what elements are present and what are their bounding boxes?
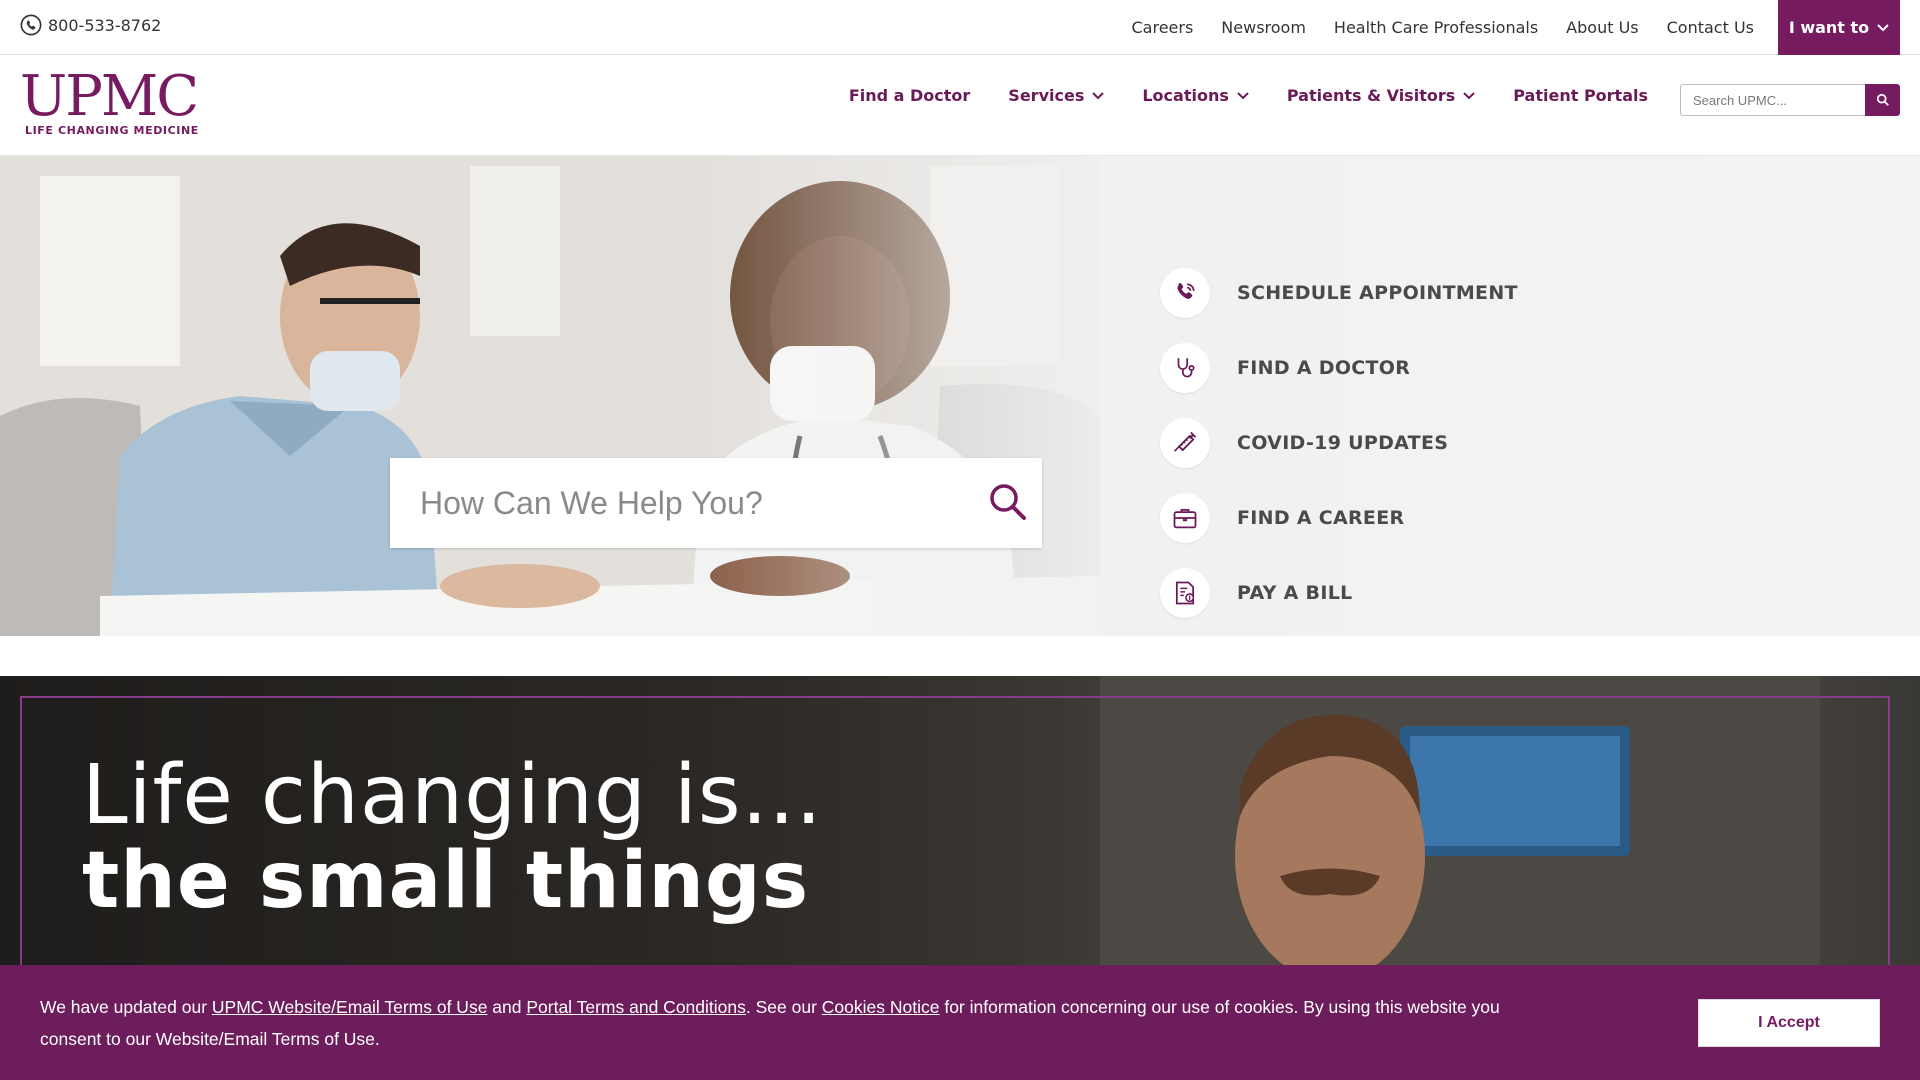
accept-button[interactable]: I Accept	[1698, 999, 1880, 1047]
portal-terms-link[interactable]: Portal Terms and Conditions	[526, 997, 746, 1017]
cookies-notice-link[interactable]: Cookies Notice	[822, 997, 940, 1017]
syringe-icon	[1173, 431, 1197, 452]
quick-link-find-a-career[interactable]: FIND A CAREER	[1160, 493, 1518, 543]
banner-headline: Life changing is...	[82, 748, 823, 843]
util-link-careers[interactable]: Careers	[1131, 18, 1193, 37]
briefcase-icon	[1173, 508, 1197, 529]
quick-link-icon-circle	[1160, 493, 1210, 543]
quick-link-find-a-doctor[interactable]: FIND A DOCTOR	[1160, 343, 1518, 393]
util-link-newsroom[interactable]: Newsroom	[1221, 18, 1306, 37]
hero-section: SCHEDULE APPOINTMENT FIND A DOCTOR COVID…	[0, 156, 1920, 636]
chevron-down-icon	[1877, 23, 1889, 31]
quick-link-icon-circle	[1160, 343, 1210, 393]
util-link-about-us[interactable]: About Us	[1566, 18, 1638, 37]
quick-link-label: PAY A BILL	[1237, 582, 1353, 604]
cookie-text-part: . See our	[745, 997, 822, 1017]
cookie-banner: We have updated our UPMC Website/Email T…	[0, 965, 1920, 1080]
terms-of-use-link[interactable]: UPMC Website/Email Terms of Use	[212, 997, 488, 1017]
quick-link-label: SCHEDULE APPOINTMENT	[1237, 282, 1518, 304]
quick-links: SCHEDULE APPOINTMENT FIND A DOCTOR COVID…	[1160, 268, 1518, 636]
bill-icon	[1175, 581, 1195, 605]
nav-find-a-doctor[interactable]: Find a Doctor	[849, 86, 970, 105]
quick-link-covid-updates[interactable]: COVID-19 UPDATES	[1160, 418, 1518, 468]
main-nav: Find a Doctor Services Locations Patient…	[811, 86, 1648, 105]
nav-services[interactable]: Services	[1008, 86, 1105, 105]
phone-link[interactable]: 800-533-8762	[20, 14, 161, 36]
nav-label: Services	[1008, 86, 1085, 105]
chevron-down-icon	[1463, 91, 1475, 99]
cookie-text-part: We have updated our	[40, 997, 212, 1017]
quick-link-label: FIND A DOCTOR	[1237, 357, 1411, 379]
nav-label: Find a Doctor	[848, 86, 971, 105]
site-search	[1680, 84, 1900, 116]
i-want-to-button[interactable]: I want to	[1778, 0, 1900, 55]
utility-bar: 800-533-8762 Careers Newsroom Health Car…	[0, 0, 1920, 55]
nav-label: Locations	[1142, 86, 1229, 105]
quick-link-icon-circle	[1160, 568, 1210, 618]
cookie-text-part: and	[487, 997, 527, 1017]
search-icon	[1876, 93, 1889, 106]
nav-patient-portals[interactable]: Patient Portals	[1513, 86, 1648, 105]
site-search-button[interactable]	[1865, 84, 1900, 116]
stethoscope-icon	[1177, 358, 1195, 378]
cookie-text: We have updated our UPMC Website/Email T…	[40, 991, 1520, 1055]
main-header: UPMC LIFE CHANGING MEDICINE Find a Docto…	[0, 56, 1920, 156]
util-link-health-care-professionals[interactable]: Health Care Professionals	[1334, 18, 1538, 37]
phone-icon	[1177, 283, 1195, 299]
quick-link-schedule-appointment[interactable]: SCHEDULE APPOINTMENT	[1160, 268, 1518, 318]
upmc-logo[interactable]: UPMC LIFE CHANGING MEDICINE	[20, 64, 200, 138]
hero-search-box	[390, 458, 1042, 548]
logo-tagline: LIFE CHANGING MEDICINE	[25, 124, 199, 137]
hero-search-input[interactable]	[420, 473, 980, 533]
i-want-to-label: I want to	[1788, 18, 1870, 37]
hero-fade	[700, 156, 1200, 636]
site-search-input[interactable]	[1680, 84, 1865, 116]
util-link-contact-us[interactable]: Contact Us	[1667, 18, 1754, 37]
chevron-down-icon	[1237, 91, 1249, 99]
nav-locations[interactable]: Locations	[1142, 86, 1249, 105]
search-icon[interactable]	[988, 482, 1028, 522]
quick-link-pay-a-bill[interactable]: PAY A BILL	[1160, 568, 1518, 618]
quick-link-label: COVID-19 UPDATES	[1237, 432, 1449, 454]
nav-label: Patient Portals	[1513, 86, 1648, 105]
chevron-down-icon	[1092, 91, 1105, 99]
banner-subheadline: the small things	[82, 836, 810, 926]
phone-icon	[20, 14, 42, 36]
nav-label: Patients & Visitors	[1286, 86, 1456, 105]
quick-link-icon-circle	[1160, 418, 1210, 468]
nav-patients-visitors[interactable]: Patients & Visitors	[1287, 86, 1475, 105]
phone-number: 800-533-8762	[48, 15, 162, 35]
quick-link-icon-circle	[1160, 268, 1210, 318]
quick-link-label: FIND A CAREER	[1237, 507, 1405, 529]
logo-mark: UPMC	[20, 64, 199, 129]
utility-links: Careers Newsroom Health Care Professiona…	[1103, 0, 1754, 55]
